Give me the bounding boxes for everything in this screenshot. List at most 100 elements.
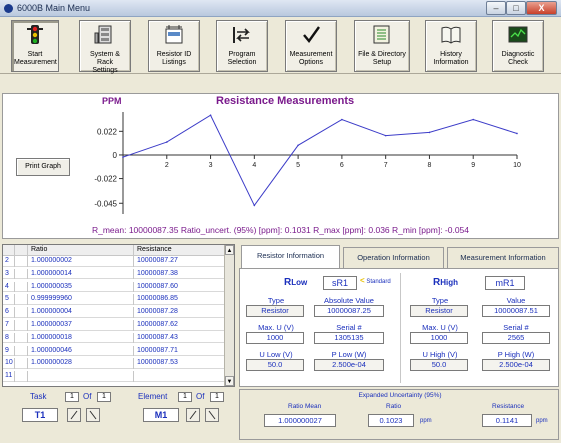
x-tick-label: 9 [471,162,475,169]
resistance-cell: 10000087.38 [137,269,178,277]
row-number: 2 [3,256,15,267]
x-tick-label: 8 [427,162,431,169]
standard-marker: < Standard [360,276,391,285]
column-divider [27,268,28,280]
element-label: Element [138,392,168,401]
resistance-cell: 10000087.53 [137,359,178,367]
table-row[interactable]: 4 1.000000035 10000087.60 [3,281,225,293]
tab-operation-information[interactable]: Operation Information [343,247,444,268]
rhigh-phigh-label: P High (W) [497,350,535,359]
rlow-type-label: Type [267,296,285,305]
tab-resistor-information[interactable]: Resistor Information [241,245,340,269]
tab-measurement-information[interactable]: Measurement Information [447,247,559,268]
system-rack-settings-button[interactable]: System & Rack Settings [79,20,131,74]
row-number: 11 [3,371,15,382]
table-row[interactable]: 9 1.000000046 10000087.71 [3,345,225,357]
ratio-mean-label: Ratio Mean [288,403,322,410]
element-index[interactable]: 1 [178,392,192,402]
task-of-label: Of [83,392,92,401]
window-title: 6000B Main Menu [17,3,91,13]
x-tick-label: 7 [384,162,388,169]
start-measurement-button[interactable]: Start Measurement [11,20,59,72]
slash-icon [70,410,78,420]
ratio-mean-field: 1.000000027 [264,414,336,427]
rlow-id-field[interactable]: sR1 [323,276,357,290]
backslash-icon [208,410,216,420]
diagnostic-check-button[interactable]: Diagnostic Check [492,20,544,72]
task-next-button[interactable] [86,408,100,422]
column-divider [27,307,28,318]
ratio-field: 0.1023 [368,414,414,427]
table-scrollbar[interactable]: ▲ ▼ [224,245,234,386]
rhigh-uhigh-label: U High (V) [422,350,458,359]
book-icon [441,26,461,44]
column-divider [133,294,134,305]
toolbar-label: Resistor ID Listings [156,51,192,66]
file-directory-setup-button[interactable]: File & Directory Setup [354,20,410,72]
table-row[interactable]: 6 1.000000004 10000087.28 [3,307,225,318]
table-row[interactable]: 10 1.000000028 10000087.53 [3,358,225,369]
rlow-plow-label: P Low (W) [331,350,367,359]
scroll-down-icon[interactable]: ▼ [225,376,234,386]
rlow-maxu-label: Max. U (V) [258,323,294,332]
y-tick-label: 0.022 [97,127,118,136]
resistance-field: 0.1141 [482,414,532,427]
element-total: 1 [210,392,224,402]
x-tick-label: 6 [340,162,344,169]
uncertainty-title: Expanded Uncertainty (95%) [358,392,442,399]
rlow-plow-field: 2.500e-04 [314,359,384,371]
series-line [122,114,518,207]
ratio-cell: 1.000000018 [31,333,72,341]
element-of-label: Of [196,392,205,401]
toolbar-label: System & Rack Settings [90,51,120,74]
toolbar-label: Start Measurement [14,51,57,66]
element-next-button[interactable] [205,408,219,422]
scroll-up-icon[interactable]: ▲ [225,245,234,255]
y-tick-label: -0.022 [94,175,117,184]
rlow-abs-label: Absolute Value [324,296,374,305]
print-graph-button[interactable]: Print Graph [16,158,70,176]
program-selection-button[interactable]: Program Selection [216,20,268,72]
table-row[interactable]: 5 0.999999960 10000086.85 [3,294,225,305]
measurement-table[interactable]: Ratio Resistance 2 1.000000002 10000087.27… [2,244,235,387]
rack-icon [94,25,112,44]
data-point [516,132,518,135]
column-divider [133,268,134,280]
close-button[interactable]: X [526,1,557,15]
rhigh-id-field[interactable]: mR1 [485,276,525,290]
x-tick-label: 4 [252,162,256,169]
column-divider [27,371,28,382]
history-information-button[interactable]: History Information [425,20,477,72]
measurement-options-button[interactable]: Measurement Options [285,20,337,72]
rhigh-sub: High [440,278,459,287]
rlow-sub: Low [291,278,308,287]
element-prev-button[interactable] [186,408,200,422]
maximize-button[interactable]: □ [506,1,526,15]
table-row[interactable]: 7 1.000000037 10000087.62 [3,320,225,331]
resistance-cell: 10000087.28 [137,308,178,316]
row-number: 10 [3,358,15,369]
table-row[interactable]: 2 1.000000002 10000087.27 [3,256,225,267]
row-number: 9 [3,345,15,357]
task-id: T1 [22,408,58,422]
toolbar-label: File & Directory Setup [358,51,406,66]
row-number: 4 [3,281,15,293]
table-row[interactable]: 3 1.000000014 10000087.38 [3,268,225,280]
minimize-button[interactable]: – [486,1,506,15]
table-row[interactable]: 8 1.000000018 10000087.43 [3,332,225,344]
resistance-unit: ppm [536,418,548,424]
task-prev-button[interactable] [67,408,81,422]
resistor-id-listings-button[interactable]: Resistor ID Listings [148,20,200,72]
column-divider [133,320,134,331]
uncertainty-panel: Expanded Uncertainty (95%) Ratio Mean 1.… [239,389,559,440]
task-index[interactable]: 1 [65,392,79,402]
rlow-serial-field: 1305135 [314,332,384,344]
rhigh-uhigh-field: 50.0 [410,359,468,371]
toolbar: Start Measurement System & Rack Settings… [0,18,561,74]
graph-stats: R_mean: 10000087.35 Ratio_uncert. (95%) … [91,225,470,235]
y-tick-label: 0 [113,151,118,160]
diagnostic-icon [508,26,528,43]
header-resistance: Resistance [137,246,172,253]
x-tick-label: 3 [209,162,213,169]
table-row[interactable]: 11 [3,371,225,382]
